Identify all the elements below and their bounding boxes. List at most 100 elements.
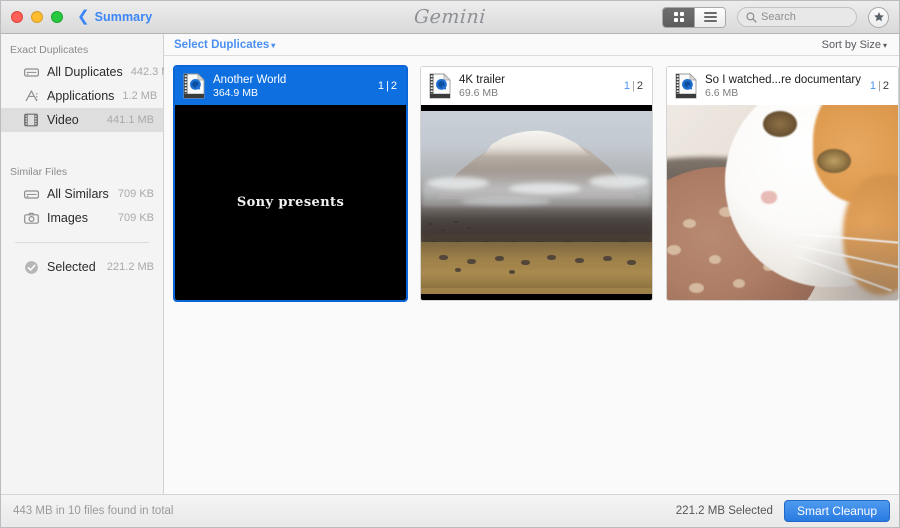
animal	[439, 255, 448, 260]
card-duplicate-count: 1|2	[624, 80, 643, 92]
sidebar-item-applications[interactable]: Applications 1.2 MB	[1, 84, 163, 108]
mountain-snowcap	[478, 129, 596, 157]
cat-eye	[817, 149, 851, 173]
card-header[interactable]: So I watched...re documentary 6.6 MB 1|2	[667, 67, 898, 105]
star-icon	[873, 11, 885, 23]
select-duplicates-menu[interactable]: Select Duplicates▾	[174, 39, 275, 51]
titlebar-right-controls: Search	[662, 7, 899, 28]
mountain-scene	[421, 111, 652, 294]
camera-icon	[23, 210, 39, 226]
close-button[interactable]	[11, 11, 23, 23]
photo-shadow	[788, 220, 898, 300]
animal	[627, 260, 636, 265]
window-controls	[1, 11, 63, 23]
letterbox-bottom	[421, 294, 652, 300]
animal	[455, 268, 461, 272]
card-size: 69.6 MB	[459, 87, 617, 99]
card-meta: 4K trailer 69.6 MB	[459, 74, 617, 99]
card-thumbnail[interactable]	[421, 105, 652, 300]
list-view-icon	[704, 12, 717, 22]
content-area: Select Duplicates▾ Sort by Size▾	[164, 34, 899, 494]
card-count-total: 2	[637, 80, 643, 92]
sidebar-item-size: 1.2 MB	[122, 90, 157, 102]
grid-view-button[interactable]	[663, 8, 694, 27]
card-header[interactable]: Another World 364.9 MB 1|2	[175, 67, 406, 105]
drive-icon	[23, 64, 39, 80]
sidebar-item-selected[interactable]: Selected 221.2 MB	[1, 255, 163, 279]
sidebar-item-all-duplicates[interactable]: All Duplicates 442.3 MB	[1, 60, 163, 84]
back-to-summary-button[interactable]: ❮ Summary	[77, 10, 152, 24]
sort-by-menu[interactable]: Sort by Size▾	[822, 39, 887, 51]
search-placeholder: Search	[761, 11, 796, 23]
favorite-button[interactable]	[868, 7, 889, 28]
select-duplicates-label: Select Duplicates	[174, 39, 269, 51]
card-title: So I watched...re documentary	[705, 74, 863, 86]
selected-size-label: 221.2 MB Selected	[676, 505, 773, 517]
drive-icon	[23, 186, 39, 202]
list-view-button[interactable]	[694, 8, 725, 27]
card-thumbnail[interactable]	[667, 105, 898, 300]
sidebar-item-size: 709 KB	[118, 188, 154, 200]
bird	[454, 221, 458, 223]
quicktime-movie-icon	[428, 73, 452, 99]
chevron-down-icon: ▾	[883, 41, 887, 50]
sidebar-item-label: Images	[47, 211, 110, 225]
chevron-left-icon: ❮	[77, 9, 90, 24]
title-bar: ❮ Summary Gemini Search	[1, 1, 899, 34]
letterbox-top	[421, 105, 652, 111]
smart-cleanup-button[interactable]: Smart Cleanup	[784, 500, 890, 522]
bird	[441, 229, 445, 231]
sidebar-footer-label: Selected	[47, 260, 99, 274]
card-meta: Another World 364.9 MB	[213, 74, 371, 99]
animal	[603, 256, 612, 261]
view-mode-segmented-control[interactable]	[662, 7, 726, 28]
sidebar-item-label: Video	[47, 113, 99, 127]
card-count-current: 1	[870, 80, 876, 92]
duplicate-card[interactable]: So I watched...re documentary 6.6 MB 1|2	[666, 66, 899, 301]
check-circle-icon	[23, 259, 39, 275]
sidebar-item-label: All Similars	[47, 187, 110, 201]
animal	[547, 255, 556, 260]
card-thumbnail[interactable]: Sony presents	[175, 105, 406, 300]
kibble	[667, 245, 681, 255]
search-icon	[746, 12, 757, 23]
zoom-button[interactable]	[51, 11, 63, 23]
sidebar-section-header-exact: Exact Duplicates	[1, 40, 163, 60]
card-count-total: 2	[883, 80, 889, 92]
minimize-button[interactable]	[31, 11, 43, 23]
sidebar-item-size: 441.1 MB	[107, 114, 154, 126]
cat-eye	[763, 111, 797, 137]
card-meta: So I watched...re documentary 6.6 MB	[705, 74, 863, 99]
sidebar-item-images[interactable]: Images 709 KB	[1, 206, 163, 230]
card-size: 364.9 MB	[213, 87, 371, 99]
kibble	[683, 219, 696, 228]
app-title: Gemini	[413, 6, 486, 28]
sidebar: Exact Duplicates All Duplicates 442.3 MB	[1, 34, 164, 494]
duplicate-card[interactable]: 4K trailer 69.6 MB 1|2	[420, 66, 653, 301]
sidebar-item-video[interactable]: Video 441.1 MB	[1, 108, 163, 132]
search-field[interactable]: Search	[737, 7, 857, 27]
sidebar-item-all-similars[interactable]: All Similars 709 KB	[1, 182, 163, 206]
card-header[interactable]: 4K trailer 69.6 MB 1|2	[421, 67, 652, 105]
kibble	[689, 283, 704, 293]
card-count-separator: |	[632, 80, 635, 92]
card-size: 6.6 MB	[705, 87, 863, 99]
card-count-total: 2	[391, 80, 397, 92]
card-title: 4K trailer	[459, 74, 617, 86]
sidebar-item-label: Applications	[47, 89, 114, 103]
content-toolbar: Select Duplicates▾ Sort by Size▾	[164, 34, 899, 56]
savanna-grass	[421, 242, 652, 288]
sidebar-item-label: All Duplicates	[47, 65, 123, 79]
status-bar-right: 221.2 MB Selected Smart Cleanup	[676, 500, 890, 522]
card-count-current: 1	[378, 80, 384, 92]
kibble	[709, 255, 721, 264]
card-duplicate-count: 1|2	[870, 80, 889, 92]
card-count-separator: |	[386, 80, 389, 92]
bird	[467, 227, 471, 229]
cloud	[589, 175, 649, 188]
grid-view-icon	[674, 12, 684, 22]
duplicate-card[interactable]: Another World 364.9 MB 1|2 Sony presents	[174, 66, 407, 301]
cloud	[427, 177, 489, 189]
card-duplicate-count: 1|2	[378, 80, 397, 92]
gemini-app-window: ❮ Summary Gemini Search	[0, 0, 900, 528]
